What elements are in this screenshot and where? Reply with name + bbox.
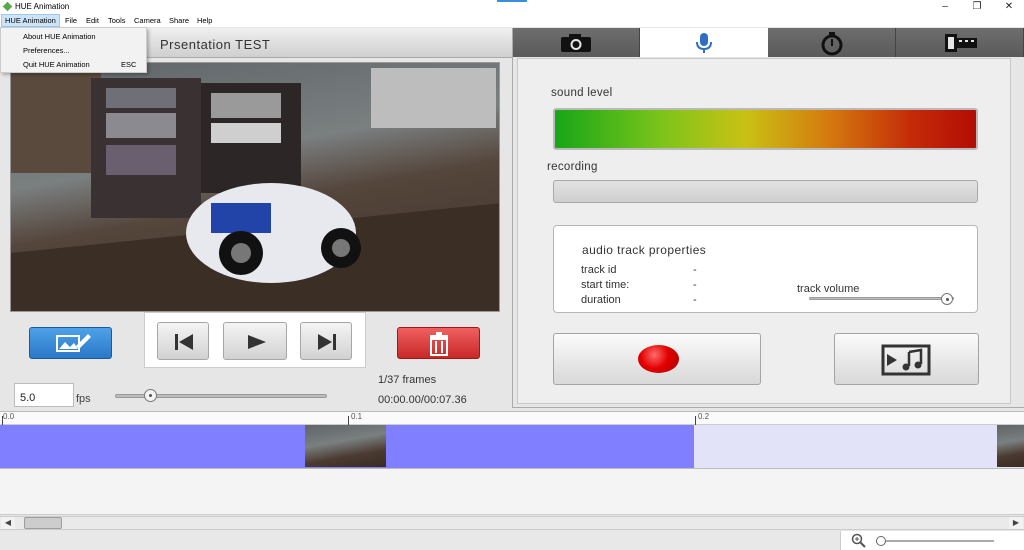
fps-input[interactable]: [14, 383, 74, 407]
tick-label-1: 0.1: [351, 412, 363, 421]
menu-camera[interactable]: Camera: [131, 14, 164, 27]
duration-value: -: [693, 294, 697, 306]
menu-share[interactable]: Share: [166, 14, 192, 27]
close-icon[interactable]: ✕: [994, 0, 1024, 14]
tick-mark-0: [2, 416, 3, 425]
scroll-left-icon[interactable]: ◀: [1, 517, 15, 529]
restore-icon[interactable]: ❐: [962, 0, 992, 14]
sound-level-meter: [553, 108, 978, 150]
play-button[interactable]: [223, 322, 287, 360]
track-volume-slider-thumb[interactable]: [941, 293, 953, 305]
skip-to-end-icon: [318, 334, 336, 350]
app-logo-icon: [2, 1, 13, 12]
zoom-in-icon[interactable]: [851, 533, 867, 548]
track-id-label: track id: [581, 264, 617, 276]
play-icon: [248, 335, 266, 349]
camera-icon: [561, 33, 591, 52]
fps-label: fps: [76, 393, 91, 405]
import-audio-icon: [881, 344, 931, 376]
menu-item-quit[interactable]: Quit HUE Animation: [23, 60, 90, 69]
app-menu-dropdown: About HUE Animation Preferences... Quit …: [0, 27, 147, 73]
tab-camera[interactable]: [513, 28, 640, 57]
tick-label-0: 0.0: [3, 412, 15, 421]
skip-to-start-icon: [175, 334, 193, 350]
tab-timer[interactable]: [768, 28, 896, 57]
timeline-clip[interactable]: [694, 425, 1024, 468]
menu-bar: HUE Animation File Edit Tools Camera Sha…: [0, 14, 1024, 27]
menu-item-quit-shortcut: ESC: [121, 60, 137, 69]
timeline-scrollbar[interactable]: [0, 516, 1024, 530]
recording-label: recording: [547, 161, 598, 173]
tab-film[interactable]: [896, 28, 1024, 57]
minimize-icon[interactable]: –: [930, 0, 960, 14]
recording-progress-bar: [553, 180, 978, 203]
film-strip-icon: [944, 33, 977, 52]
start-time-label: start time:: [581, 279, 630, 291]
timeline-ruler: [0, 411, 1024, 425]
zoom-slider-thumb[interactable]: [876, 536, 886, 546]
track-id-value: -: [693, 264, 697, 276]
menu-edit[interactable]: Edit: [83, 14, 102, 27]
menu-hue-animation[interactable]: HUE Animation: [1, 14, 60, 27]
delete-frame-button[interactable]: [397, 327, 480, 359]
window-title: HUE Animation: [15, 2, 70, 11]
project-title: Prsentation TEST: [160, 37, 271, 52]
camera-preview[interactable]: [10, 62, 500, 312]
preview-scene: [11, 63, 499, 311]
track-volume-label: track volume: [797, 283, 860, 295]
frame-thumbnail[interactable]: [305, 425, 386, 467]
menu-tools[interactable]: Tools: [105, 14, 129, 27]
tick-mark-1: [348, 416, 349, 425]
first-frame-button[interactable]: [157, 322, 209, 360]
menu-item-about[interactable]: About HUE Animation: [23, 32, 96, 41]
frame-thumbnail[interactable]: [997, 425, 1024, 467]
scrollbar-thumb[interactable]: [24, 517, 62, 529]
accent-strip: [497, 0, 527, 2]
fps-slider-thumb[interactable]: [144, 389, 157, 402]
menu-item-preferences[interactable]: Preferences...: [23, 46, 70, 55]
menu-help[interactable]: Help: [194, 14, 215, 27]
import-audio-button[interactable]: [834, 333, 979, 385]
scroll-right-icon[interactable]: ▶: [1009, 517, 1023, 529]
tick-mark-2: [695, 416, 696, 425]
title-bar: HUE Animation – ❐ ✕: [0, 0, 1024, 14]
frame-counter: 1/37 frames: [378, 374, 437, 386]
time-counter: 00:00.00/00:07.36: [378, 394, 467, 406]
microphone-icon: [696, 32, 712, 53]
last-frame-button[interactable]: [300, 322, 352, 360]
stopwatch-icon: [821, 31, 842, 55]
audio-track: [0, 469, 1024, 515]
start-time-value: -: [693, 279, 697, 291]
trash-icon: [430, 332, 448, 356]
zoom-slider-track[interactable]: [876, 540, 994, 542]
properties-title: audio track properties: [582, 243, 707, 257]
edit-frame-icon: [56, 334, 91, 352]
tab-audio[interactable]: [640, 28, 768, 57]
menu-file[interactable]: File: [62, 14, 80, 27]
duration-label: duration: [581, 294, 621, 306]
edit-frame-button[interactable]: [29, 327, 112, 359]
sound-level-label: sound level: [551, 87, 613, 99]
record-icon: [638, 345, 679, 373]
track-volume-slider-track[interactable]: [809, 297, 954, 300]
tick-label-2: 0.2: [698, 412, 710, 421]
